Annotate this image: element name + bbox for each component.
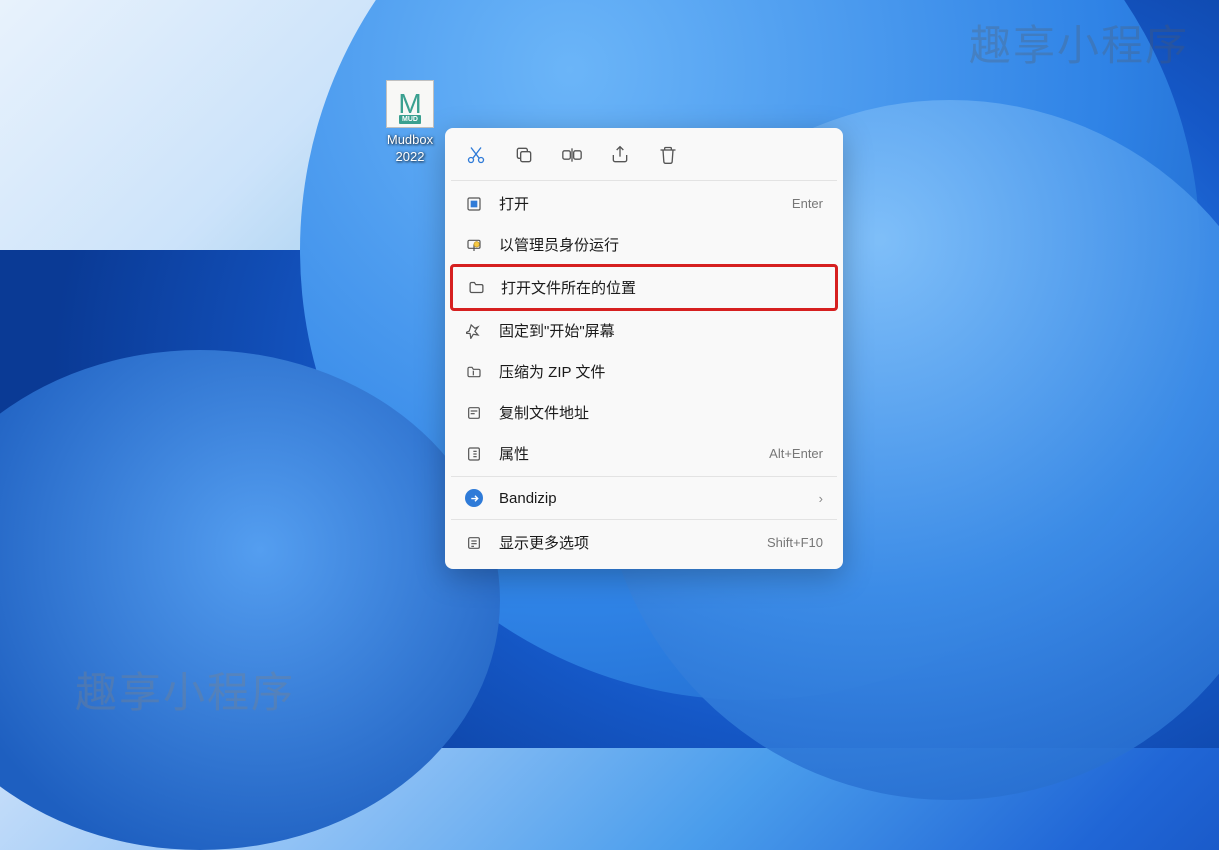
path-icon bbox=[465, 404, 483, 422]
menu-item-pin-to-start[interactable]: 固定到"开始"屏幕 bbox=[451, 310, 837, 351]
context-menu: 打开 Enter 以管理员身份运行 打开文件所在的位置 固定到"开始"屏幕 压缩… bbox=[445, 128, 843, 569]
menu-divider bbox=[451, 519, 837, 520]
app-icon-sublabel: MUD bbox=[399, 115, 421, 124]
shield-icon bbox=[465, 236, 483, 254]
desktop-icon-label: Mudbox2022 bbox=[387, 132, 433, 166]
menu-item-show-more-options[interactable]: 显示更多选项 Shift+F10 bbox=[451, 522, 837, 563]
pin-icon bbox=[465, 322, 483, 340]
menu-item-run-as-admin[interactable]: 以管理员身份运行 bbox=[451, 224, 837, 265]
menu-item-open-file-location[interactable]: 打开文件所在的位置 bbox=[450, 264, 838, 311]
app-icon-letter: M bbox=[398, 90, 421, 118]
menu-label: 压缩为 ZIP 文件 bbox=[499, 361, 823, 382]
menu-item-copy-path[interactable]: 复制文件地址 bbox=[451, 392, 837, 433]
desktop-icon-mudbox[interactable]: M MUD Mudbox2022 bbox=[370, 80, 450, 166]
menu-item-properties[interactable]: 属性 Alt+Enter bbox=[451, 433, 837, 474]
more-options-icon bbox=[465, 534, 483, 552]
zip-icon bbox=[465, 363, 483, 381]
menu-label: 以管理员身份运行 bbox=[499, 234, 823, 255]
bandizip-icon bbox=[465, 489, 483, 507]
menu-item-bandizip[interactable]: Bandizip › bbox=[451, 479, 837, 517]
menu-shortcut: Shift+F10 bbox=[767, 535, 823, 550]
menu-label: 属性 bbox=[499, 443, 753, 464]
menu-label: 打开 bbox=[499, 193, 776, 214]
menu-divider bbox=[451, 180, 837, 181]
rename-icon[interactable] bbox=[561, 144, 583, 166]
menu-label: 固定到"开始"屏幕 bbox=[499, 320, 823, 341]
folder-icon bbox=[467, 279, 485, 297]
menu-label: 复制文件地址 bbox=[499, 402, 823, 423]
menu-shortcut: Enter bbox=[792, 196, 823, 211]
copy-icon[interactable] bbox=[513, 144, 535, 166]
menu-label: Bandizip bbox=[499, 490, 803, 507]
menu-item-open[interactable]: 打开 Enter bbox=[451, 183, 837, 224]
share-icon[interactable] bbox=[609, 144, 631, 166]
context-menu-toolbar bbox=[451, 134, 837, 178]
app-icon-image: M MUD bbox=[386, 80, 434, 128]
menu-item-compress-zip[interactable]: 压缩为 ZIP 文件 bbox=[451, 351, 837, 392]
menu-label: 打开文件所在的位置 bbox=[501, 277, 821, 298]
delete-icon[interactable] bbox=[657, 144, 679, 166]
menu-shortcut: Alt+Enter bbox=[769, 446, 823, 461]
chevron-right-icon: › bbox=[819, 491, 823, 506]
properties-icon bbox=[465, 445, 483, 463]
cut-icon[interactable] bbox=[465, 144, 487, 166]
menu-label: 显示更多选项 bbox=[499, 532, 751, 553]
open-icon bbox=[465, 195, 483, 213]
menu-divider bbox=[451, 476, 837, 477]
